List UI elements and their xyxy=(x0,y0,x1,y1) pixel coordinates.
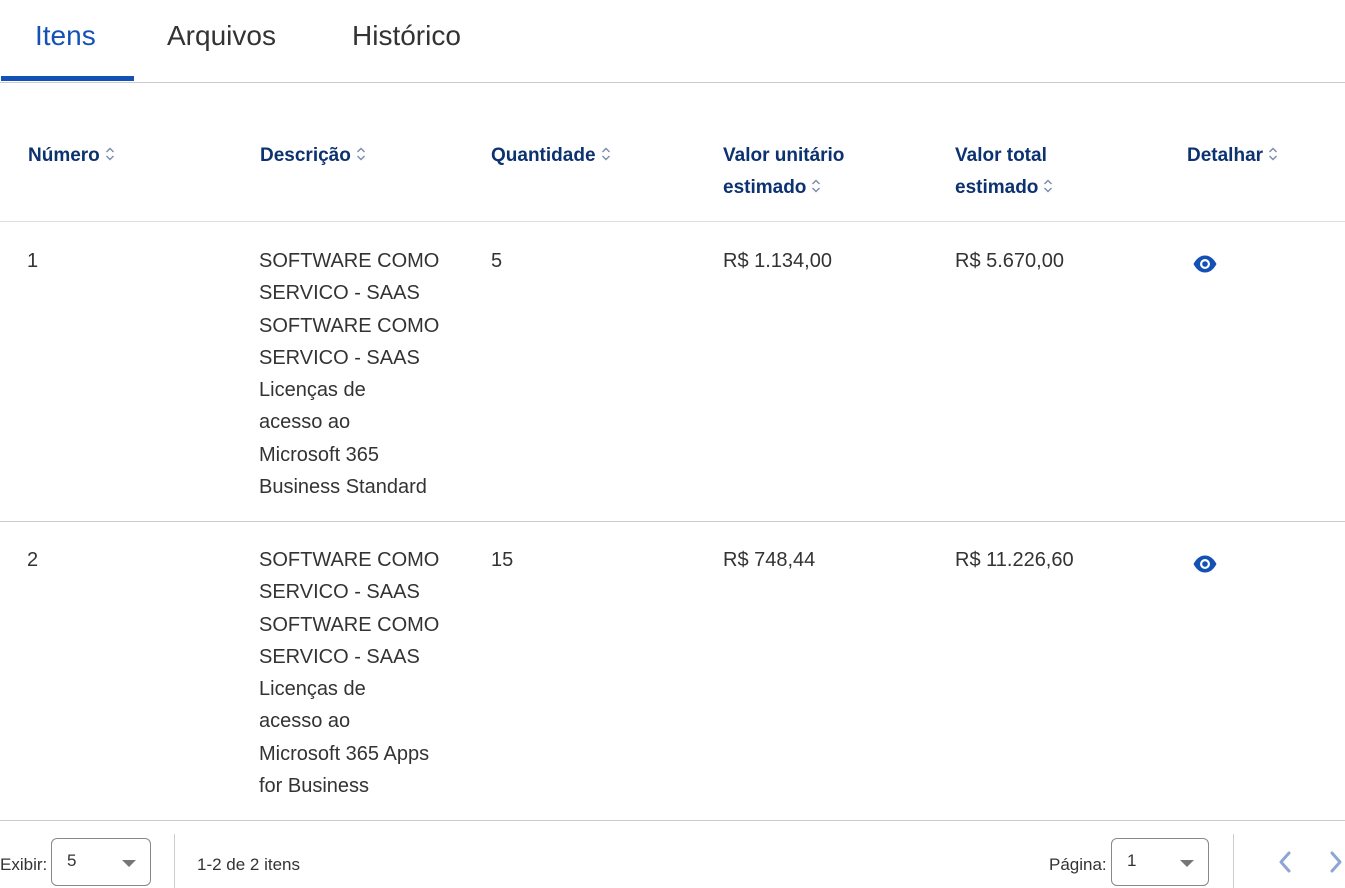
page-select[interactable]: 1 xyxy=(1111,838,1209,886)
descricao-line: SOFTWARE COMO xyxy=(259,314,440,337)
cell-valor-total: R$ 5.670,00 xyxy=(955,250,1064,272)
descricao-line: SERVICO - SAAS xyxy=(259,282,420,305)
descricao-line: SOFTWARE COMO xyxy=(259,549,440,571)
sort-updown-icon[interactable] xyxy=(105,144,115,164)
chevron-right-icon[interactable] xyxy=(1326,849,1345,875)
column-header-valor-unitario[interactable]: Valor unitário estimado xyxy=(723,140,844,204)
column-header-label: Valor total xyxy=(955,145,1047,166)
items-range-text: 1-2 de 2 itens xyxy=(197,855,301,874)
sort-updown-icon[interactable] xyxy=(811,176,821,196)
sort-updown-icon[interactable] xyxy=(1268,144,1278,164)
column-header-valor-total[interactable]: Valor total estimado xyxy=(955,140,1053,204)
cell-numero: 2 xyxy=(27,549,39,571)
cell-valor-unitario: R$ 1.134,00 xyxy=(723,250,832,272)
column-header-descricao[interactable]: Descrição xyxy=(260,140,366,172)
descricao-line: Licenças de xyxy=(259,379,366,402)
column-header-label: Descrição xyxy=(260,145,351,166)
column-header-numero[interactable]: Número xyxy=(28,140,115,172)
tab-arquivos[interactable]: Arquivos xyxy=(167,20,276,52)
descricao-line: acesso ao xyxy=(259,710,351,733)
descricao-line: SERVICO - SAAS xyxy=(259,581,420,604)
column-header-detalhar[interactable]: Detalhar xyxy=(1187,140,1278,172)
column-header-quantidade[interactable]: Quantidade xyxy=(491,140,611,172)
cell-quantidade: 15 xyxy=(491,549,514,571)
column-header-label: Número xyxy=(28,145,100,166)
chevron-left-icon[interactable] xyxy=(1275,849,1295,875)
caret-down-icon xyxy=(122,860,136,867)
tab-bar: Itens Arquivos Histórico xyxy=(0,0,1345,83)
pagina-label: Página: xyxy=(1049,855,1107,874)
cell-valor-total: R$ 11.226,60 xyxy=(955,549,1074,571)
divider xyxy=(1233,834,1234,888)
cell-descricao: SOFTWARE COMO SERVICO - SAAS SOFTWARE CO… xyxy=(259,245,444,503)
column-header-label: Detalhar xyxy=(1187,145,1264,166)
items-per-page-value: 5 xyxy=(67,851,77,870)
caret-down-icon xyxy=(1180,860,1194,867)
eye-icon[interactable] xyxy=(1192,254,1218,274)
column-header-label: estimado xyxy=(723,177,807,198)
cell-descricao: SOFTWARE COMO SERVICO - SAAS SOFTWARE CO… xyxy=(259,544,444,802)
descricao-line: Microsoft 365 Apps xyxy=(259,742,430,765)
descricao-line: SOFTWARE COMO xyxy=(259,613,440,636)
tab-historico[interactable]: Histórico xyxy=(352,20,461,52)
cell-valor-unitario: R$ 748,44 xyxy=(723,549,816,571)
descricao-line: SOFTWARE COMO xyxy=(259,250,440,272)
divider xyxy=(174,834,175,888)
descricao-line: Microsoft 365 xyxy=(259,443,380,466)
descricao-line: Business Standard xyxy=(259,476,427,499)
sort-updown-icon[interactable] xyxy=(356,144,366,164)
pagination-bar: Exibir: 5 1-2 de 2 itens Página: 1 xyxy=(0,822,1345,888)
descricao-line: for Business xyxy=(259,775,370,798)
descricao-line: SERVICO - SAAS xyxy=(259,645,420,668)
descricao-line: acesso ao xyxy=(259,411,351,434)
items-per-page-select[interactable]: 5 xyxy=(51,838,151,886)
page-value: 1 xyxy=(1127,851,1137,870)
table-row: 1 SOFTWARE COMO SERVICO - SAAS SOFTWARE … xyxy=(0,222,1345,522)
column-header-label: estimado xyxy=(955,177,1039,198)
descricao-line: SERVICO - SAAS xyxy=(259,346,420,369)
active-tab-indicator xyxy=(1,76,134,81)
exibir-label: Exibir: xyxy=(0,855,48,874)
eye-icon[interactable] xyxy=(1192,554,1218,574)
sort-updown-icon[interactable] xyxy=(1043,176,1053,196)
column-header-label: Valor unitário xyxy=(723,145,845,166)
table-header: Número Descrição Quantidade Valor unitár… xyxy=(0,82,1345,222)
cell-numero: 1 xyxy=(27,250,39,272)
sort-updown-icon[interactable] xyxy=(601,144,611,164)
descricao-line: Licenças de xyxy=(259,678,366,701)
table-row: 2 SOFTWARE COMO SERVICO - SAAS SOFTWARE … xyxy=(0,522,1345,821)
tab-itens[interactable]: Itens xyxy=(35,20,96,52)
cell-quantidade: 5 xyxy=(491,250,503,272)
column-header-label: Quantidade xyxy=(491,145,596,166)
